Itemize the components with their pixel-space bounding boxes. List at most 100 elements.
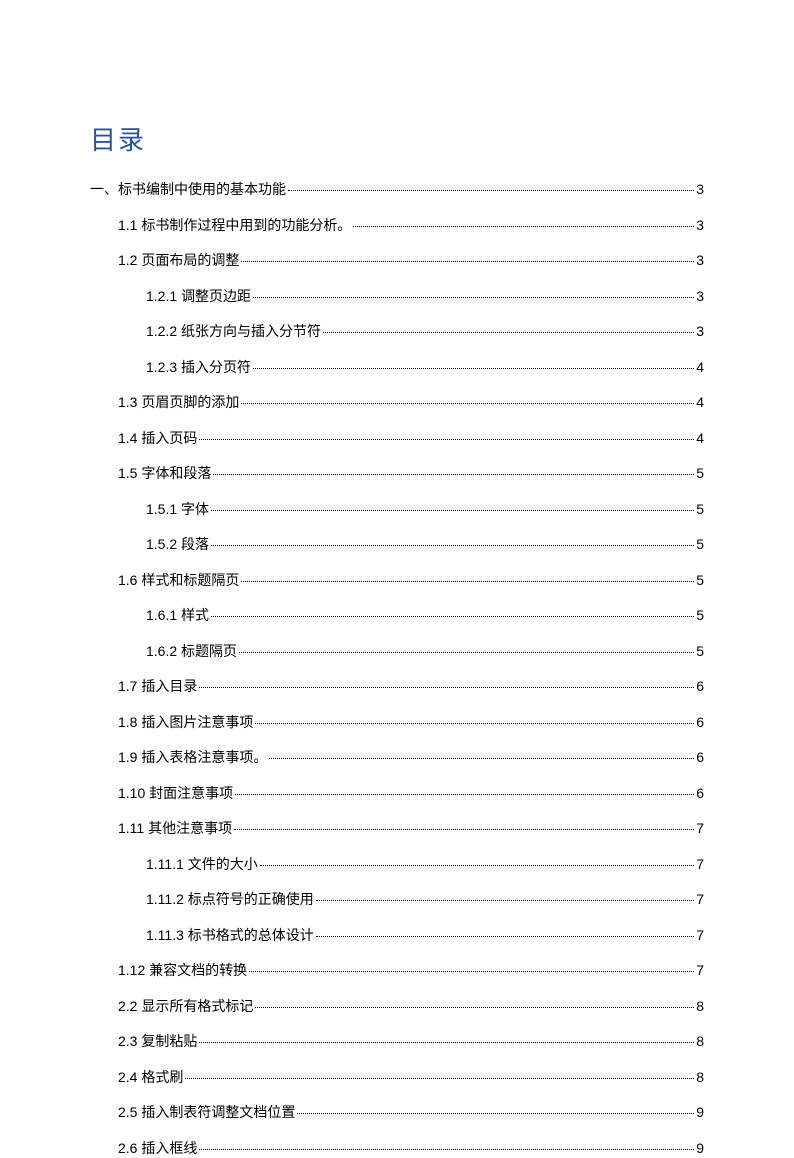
toc-entry-label: 1.1 标书制作过程中用到的功能分析。 [118,215,351,235]
toc-entry[interactable]: 1.6 样式和标题隔页 5 [90,570,704,590]
toc-dots [199,1149,694,1150]
toc-entry[interactable]: 1.11 其他注意事项7 [90,818,704,838]
toc-entry[interactable]: 1.5 字体和段落 5 [90,463,704,483]
toc-entry-page: 3 [696,252,704,268]
toc-entry-label: 2.4 格式刷 [118,1067,183,1087]
toc-entry-page: 3 [696,181,704,197]
toc-entry-page: 4 [696,359,704,375]
toc-entry-label: 2.6 插入框线 [118,1138,197,1158]
toc-dots [211,616,694,617]
toc-dots [211,510,694,511]
toc-entry[interactable]: 2.3 复制粘贴8 [90,1031,704,1051]
toc-entry[interactable]: 1.3 页眉页脚的添加4 [90,392,704,412]
toc-entry-page: 5 [696,536,704,552]
toc-entry-page: 9 [696,1104,704,1120]
toc-entry[interactable]: 2.2 显示所有格式标记8 [90,996,704,1016]
toc-entry[interactable]: 1.10 封面注意事项 6 [90,783,704,803]
toc-dots [288,190,694,191]
toc-dots [241,581,694,582]
toc-entry-page: 5 [696,465,704,481]
toc-entry[interactable]: 1.2.1 调整页边距 3 [90,286,704,306]
toc-dots [235,794,694,795]
toc-entry-page: 6 [696,749,704,765]
toc-entry-page: 3 [696,323,704,339]
toc-entry[interactable]: 1.11.2 标点符号的正确使用7 [90,889,704,909]
toc-entry-label: 1.11.3 标书格式的总体设计 [146,925,314,945]
toc-entry-label: 1.6.2 标题隔页 [146,641,237,661]
toc-entry-label: 1.9 插入表格注意事项。 [118,747,267,767]
toc-dots [269,758,694,759]
toc-dots [199,687,694,688]
toc-entry[interactable]: 1.5.1 字体 5 [90,499,704,519]
toc-entry-label: 1.2 页面布局的调整 [118,250,239,270]
toc-entry-label: 1.4 插入页码 [118,428,197,448]
toc-entry-page: 7 [696,820,704,836]
toc-dots [249,971,694,972]
toc-entry-label: 1.12 兼容文档的转换 [118,960,247,980]
toc-entry-page: 4 [696,430,704,446]
toc-entry-label: 一、标书编制中使用的基本功能 [90,179,286,199]
toc-entry[interactable]: 1.8 插入图片注意事项 6 [90,712,704,732]
toc-entry-label: 1.2.3 插入分页符 [146,357,251,377]
toc-entry-label: 1.5 字体和段落 [118,463,211,483]
toc-entry[interactable]: 1.4 插入页码 4 [90,428,704,448]
toc-entry-page: 6 [696,785,704,801]
toc-entry-page: 3 [696,288,704,304]
toc-entry-page: 6 [696,714,704,730]
toc-dots [241,403,694,404]
toc-entry[interactable]: 1.9 插入表格注意事项。 6 [90,747,704,767]
toc-dots [316,936,694,937]
toc-entry-label: 2.2 显示所有格式标记 [118,996,253,1016]
toc-dots [253,368,694,369]
toc-entry-label: 1.7 插入目录 [118,676,197,696]
toc-entry[interactable]: 1.7 插入目录6 [90,676,704,696]
toc-entry-label: 1.2.1 调整页边距 [146,286,251,306]
toc-entry-label: 1.2.2 纸张方向与插入分节符 [146,321,321,341]
toc-entry-page: 7 [696,927,704,943]
toc-entry-page: 9 [696,1140,704,1156]
toc-dots [255,723,694,724]
toc-entry-page: 5 [696,607,704,623]
toc-entry[interactable]: 1.12 兼容文档的转换7 [90,960,704,980]
toc-dots [297,1113,694,1114]
toc-entry[interactable]: 2.6 插入框线 9 [90,1138,704,1158]
toc-entry-page: 5 [696,501,704,517]
toc-entry[interactable]: 1.5.2 段落 5 [90,534,704,554]
toc-entry[interactable]: 一、标书编制中使用的基本功能 3 [90,179,704,199]
toc-entry[interactable]: 2.4 格式刷 8 [90,1067,704,1087]
toc-entry-label: 1.5.1 字体 [146,499,209,519]
toc-dots [255,1007,694,1008]
toc-entry[interactable]: 1.1 标书制作过程中用到的功能分析。 3 [90,215,704,235]
toc-entry-label: 1.11.1 文件的大小 [146,854,258,874]
toc-dots [213,474,694,475]
toc-dots [260,865,694,866]
toc-title: 目录 [90,120,704,157]
toc-entry-label: 1.8 插入图片注意事项 [118,712,253,732]
toc-entry[interactable]: 1.6.2 标题隔页 5 [90,641,704,661]
toc-dots [234,829,694,830]
toc-entry-page: 7 [696,891,704,907]
toc-dots [239,652,694,653]
toc-dots [185,1078,694,1079]
toc-dots [199,1042,694,1043]
toc-entry[interactable]: 1.2.3 插入分页符 4 [90,357,704,377]
toc-entry[interactable]: 2.5 插入制表符调整文档位置9 [90,1102,704,1122]
toc-entry[interactable]: 1.2 页面布局的调整 3 [90,250,704,270]
toc-entry[interactable]: 1.11.3 标书格式的总体设计 7 [90,925,704,945]
toc-entry-label: 1.6 样式和标题隔页 [118,570,239,590]
toc-entry[interactable]: 1.11.1 文件的大小7 [90,854,704,874]
toc-entry-label: 1.5.2 段落 [146,534,209,554]
toc-entry-label: 1.10 封面注意事项 [118,783,233,803]
toc-entry-page: 5 [696,572,704,588]
toc-entry[interactable]: 1.6.1 样式 5 [90,605,704,625]
toc-dots [323,332,694,333]
toc-entry[interactable]: 1.2.2 纸张方向与插入分节符 3 [90,321,704,341]
toc-dots [353,226,694,227]
toc-entry-page: 3 [696,217,704,233]
toc-entry-label: 1.6.1 样式 [146,605,209,625]
toc-entry-label: 1.3 页眉页脚的添加 [118,392,239,412]
toc-entry-page: 5 [696,643,704,659]
toc-dots [199,439,694,440]
toc-entry-page: 8 [696,1069,704,1085]
toc-dots [241,261,694,262]
